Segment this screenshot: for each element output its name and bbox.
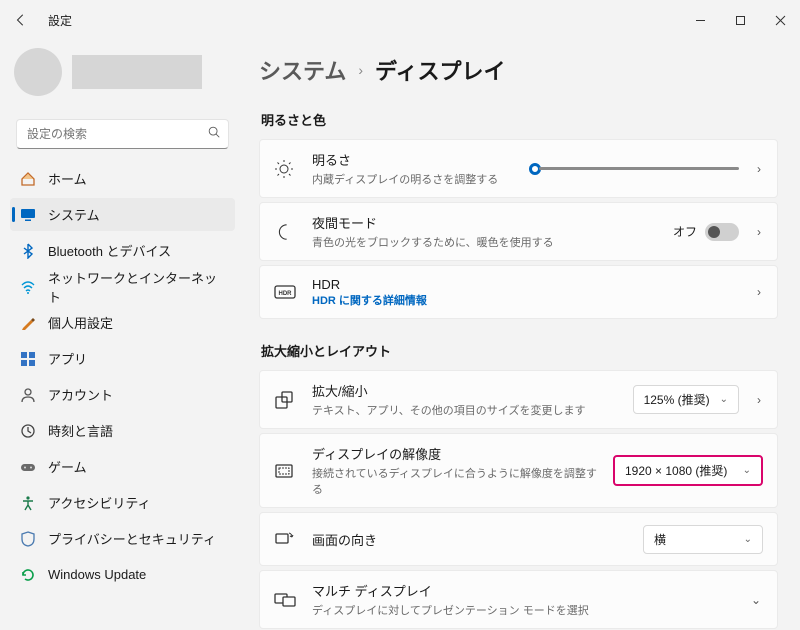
close-button[interactable] <box>760 0 800 40</box>
card-title: ディスプレイの解像度 <box>312 444 597 463</box>
sidebar-item-system[interactable]: システム <box>10 198 235 231</box>
back-button[interactable] <box>14 13 34 27</box>
card-subtitle: テキスト、アプリ、その他の項目のサイズを変更します <box>312 402 617 418</box>
card-brightness[interactable]: 明るさ 内蔵ディスプレイの明るさを調整する › <box>259 139 778 198</box>
resolution-dropdown[interactable]: 1920 × 1080 (推奨) ⌄ <box>613 455 763 486</box>
svg-text:HDR: HDR <box>279 291 293 297</box>
time-icon <box>20 423 36 439</box>
sidebar-item-bluetooth[interactable]: Bluetooth とデバイス <box>10 234 235 267</box>
section-brightness: 明るさと色 <box>261 110 778 129</box>
card-resolution[interactable]: ディスプレイの解像度 接続されているディスプレイに合うように解像度を調整する 1… <box>259 433 778 508</box>
sidebar-item-label: 個人用設定 <box>48 313 113 332</box>
search-icon <box>207 125 221 139</box>
card-subtitle: 接続されているディスプレイに合うように解像度を調整する <box>312 465 597 497</box>
breadcrumb: システム › ディスプレイ <box>259 54 778 86</box>
titlebar: 設定 <box>0 0 800 40</box>
window-title: 設定 <box>48 12 72 29</box>
gaming-icon <box>20 459 36 475</box>
minimize-button[interactable] <box>680 0 720 40</box>
bluetooth-icon <box>20 243 36 259</box>
accounts-icon <box>20 387 36 403</box>
update-icon <box>20 567 36 583</box>
sidebar-item-label: Bluetooth とデバイス <box>48 241 171 260</box>
chevron-right-icon: › <box>755 225 763 239</box>
maximize-button[interactable] <box>720 0 760 40</box>
sidebar-item-accessibility[interactable]: アクセシビリティ <box>10 486 235 519</box>
profile-name-placeholder <box>72 55 202 89</box>
orientation-dropdown[interactable]: 横 ⌄ <box>643 525 763 554</box>
sidebar-item-home[interactable]: ホーム <box>10 162 235 195</box>
card-title: HDR <box>312 277 739 292</box>
multi-display-icon <box>274 591 296 609</box>
card-subtitle: 青色の光をブロックするために、暖色を使用する <box>312 234 657 250</box>
network-icon <box>20 279 36 295</box>
sidebar-item-label: 時刻と言語 <box>48 421 113 440</box>
sidebar-item-label: ゲーム <box>48 457 87 476</box>
scale-icon <box>274 390 296 410</box>
personalization-icon <box>20 315 36 331</box>
sidebar: ホーム システム Bluetooth とデバイス ネットワークとインターネット … <box>0 40 245 630</box>
home-icon <box>20 171 36 187</box>
card-subtitle: ディスプレイに対してプレゼンテーション モードを選択 <box>312 602 733 618</box>
nightlight-toggle[interactable] <box>705 223 739 241</box>
scale-dropdown[interactable]: 125% (推奨) ⌄ <box>633 385 739 414</box>
system-icon <box>20 207 36 223</box>
sidebar-item-network[interactable]: ネットワークとインターネット <box>10 270 235 303</box>
hdr-icon: HDR <box>274 285 296 299</box>
orientation-icon <box>274 529 296 549</box>
search-input[interactable] <box>16 119 229 149</box>
sidebar-item-gaming[interactable]: ゲーム <box>10 450 235 483</box>
brightness-slider[interactable] <box>529 163 739 175</box>
breadcrumb-parent[interactable]: システム <box>259 54 346 86</box>
chevron-down-icon: ⌄ <box>720 394 728 405</box>
card-subtitle: 内蔵ディスプレイの明るさを調整する <box>312 171 513 187</box>
sidebar-item-personalization[interactable]: 個人用設定 <box>10 306 235 339</box>
chevron-down-icon: ⌄ <box>749 593 763 607</box>
avatar <box>14 48 62 96</box>
sidebar-item-label: ネットワークとインターネット <box>48 268 227 306</box>
chevron-right-icon: › <box>755 162 763 176</box>
chevron-right-icon: › <box>358 62 363 78</box>
hdr-link[interactable]: HDR に関する詳細情報 <box>312 292 739 308</box>
card-title: 夜間モード <box>312 213 657 232</box>
brightness-icon <box>274 159 296 179</box>
toggle-label: オフ <box>673 223 697 240</box>
section-scale: 拡大縮小とレイアウト <box>261 341 778 360</box>
sidebar-item-apps[interactable]: アプリ <box>10 342 235 375</box>
chevron-down-icon: ⌄ <box>744 534 752 545</box>
breadcrumb-current: ディスプレイ <box>375 54 505 86</box>
card-hdr[interactable]: HDR HDR HDR に関する詳細情報 › <box>259 265 778 319</box>
card-scale[interactable]: 拡大/縮小 テキスト、アプリ、その他の項目のサイズを変更します 125% (推奨… <box>259 370 778 429</box>
sidebar-item-privacy[interactable]: プライバシーとセキュリティ <box>10 522 235 555</box>
chevron-right-icon: › <box>755 285 763 299</box>
card-title: 画面の向き <box>312 530 627 549</box>
chevron-down-icon: ⌄ <box>743 465 751 476</box>
sidebar-item-label: アプリ <box>48 349 87 368</box>
card-nightlight[interactable]: 夜間モード 青色の光をブロックするために、暖色を使用する オフ › <box>259 202 778 261</box>
sidebar-item-label: Windows Update <box>48 567 146 582</box>
nightlight-icon <box>274 223 296 241</box>
search-box[interactable] <box>16 119 229 149</box>
privacy-icon <box>20 531 36 547</box>
main-content: システム › ディスプレイ 明るさと色 明るさ 内蔵ディスプレイの明るさを調整す… <box>245 40 800 630</box>
accessibility-icon <box>20 495 36 511</box>
card-title: 明るさ <box>312 150 513 169</box>
sidebar-item-label: システム <box>48 205 100 224</box>
sidebar-item-update[interactable]: Windows Update <box>10 558 235 591</box>
sidebar-item-label: アカウント <box>48 385 113 404</box>
sidebar-item-label: ホーム <box>48 169 87 188</box>
card-multi-display[interactable]: マルチ ディスプレイ ディスプレイに対してプレゼンテーション モードを選択 ⌄ <box>259 570 778 629</box>
card-title: 拡大/縮小 <box>312 381 617 400</box>
card-title: マルチ ディスプレイ <box>312 581 733 600</box>
chevron-right-icon: › <box>755 393 763 407</box>
card-orientation[interactable]: 画面の向き 横 ⌄ <box>259 512 778 566</box>
sidebar-item-label: アクセシビリティ <box>48 493 151 512</box>
sidebar-item-time[interactable]: 時刻と言語 <box>10 414 235 447</box>
profile[interactable] <box>10 46 235 112</box>
resolution-icon <box>274 461 296 481</box>
sidebar-item-accounts[interactable]: アカウント <box>10 378 235 411</box>
sidebar-item-label: プライバシーとセキュリティ <box>48 529 216 548</box>
apps-icon <box>20 351 36 367</box>
